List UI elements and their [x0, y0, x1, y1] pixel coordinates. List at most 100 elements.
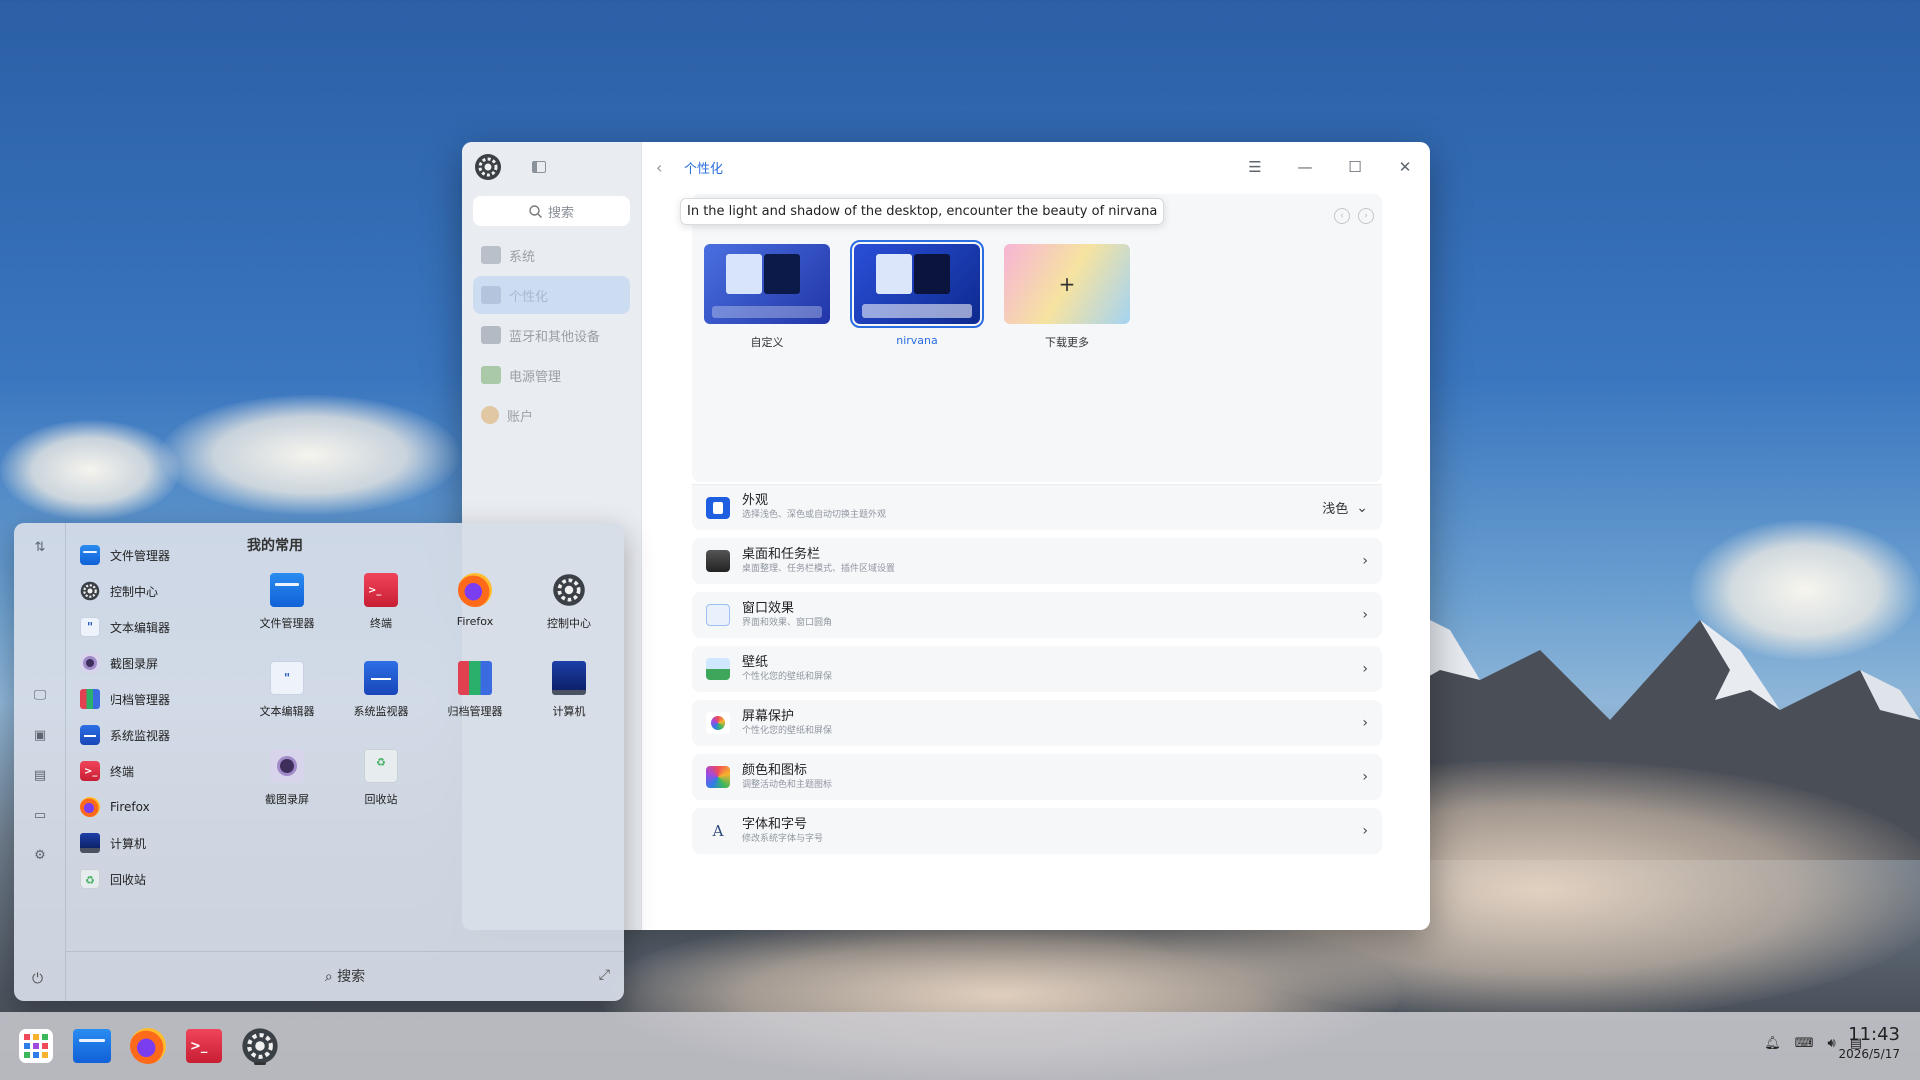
theme-selector: ‹ › 自定义 nirvana + 下载更多 In the light and … — [680, 194, 1382, 482]
settings-shortcut-icon[interactable]: ⚙ — [30, 845, 50, 865]
sort-icon[interactable]: ⇅ — [30, 537, 50, 557]
list-item-label: Firefox — [110, 800, 150, 814]
menu-icon[interactable]: ☰ — [1230, 142, 1280, 192]
power-icon[interactable]: ⏻ — [32, 971, 43, 987]
fav-file-manager[interactable]: 文件管理器 — [242, 573, 332, 631]
list-item[interactable]: 文件管理器 — [80, 537, 230, 573]
file-manager-icon — [270, 573, 304, 607]
launcher-button[interactable] — [14, 1024, 58, 1068]
sidebar-item-account[interactable]: 账户 — [473, 396, 630, 434]
system-monitor-icon — [80, 725, 100, 745]
row-title: 壁纸 — [742, 654, 769, 670]
theme-thumbnail — [850, 240, 984, 328]
theme-tile-custom[interactable]: 自定义 — [704, 244, 830, 350]
taskbar-file-manager[interactable] — [70, 1024, 114, 1068]
control-center-icon — [242, 1028, 278, 1064]
close-icon[interactable]: ✕ — [1380, 142, 1430, 192]
theme-next-icon[interactable]: › — [1358, 208, 1374, 224]
fav-label: 控制中心 — [547, 617, 591, 630]
fav-label: 终端 — [370, 617, 392, 630]
sidebar-item-personalization[interactable]: 个性化 — [473, 276, 630, 314]
list-item[interactable]: " 文本编辑器 — [80, 609, 230, 645]
trash-icon — [364, 749, 398, 783]
row-wallpaper[interactable]: 壁纸 个性化您的壁纸和屏保 › — [692, 646, 1382, 692]
launcher-footer: ⌕ 搜索 ⤢ — [66, 951, 624, 1001]
list-item[interactable]: Firefox — [80, 789, 230, 825]
list-item-label: 终端 — [110, 764, 135, 779]
row-subtitle: 修改系统字体与字号 — [742, 833, 824, 844]
theme-prev-icon[interactable]: ‹ — [1334, 208, 1350, 224]
pictures-icon[interactable]: ▣ — [30, 725, 50, 745]
list-item[interactable]: 回收站 — [80, 861, 230, 897]
desktop-icon[interactable]: ▭ — [30, 805, 50, 825]
list-item-label: 文本编辑器 — [110, 620, 171, 635]
file-manager-icon — [80, 545, 100, 565]
fav-system-monitor[interactable]: 系统监视器 — [336, 661, 426, 719]
taskbar-control-center[interactable] — [238, 1024, 282, 1068]
volume-icon[interactable]: 🔊︎ — [1828, 1036, 1836, 1051]
screensaver-icon — [706, 712, 730, 734]
list-item-label: 文件管理器 — [110, 548, 171, 563]
desktop-taskbar-icon — [706, 550, 730, 572]
fav-label: 归档管理器 — [447, 705, 503, 718]
app-launcher: ⇅ 🖵 ▣ ▤ ▭ ⚙ ⏻ 文件管理器 控制中心 " 文本编辑器 截图录屏 归档管… — [14, 523, 624, 1001]
maximize-icon[interactable]: ☐ — [1330, 142, 1380, 192]
sidebar-item-label: 个性化 — [509, 289, 549, 305]
archive-manager-icon — [458, 661, 492, 695]
theme-tile-nirvana[interactable]: nirvana — [850, 240, 984, 347]
theme-tile-download-more[interactable]: + 下载更多 — [1004, 244, 1130, 350]
list-item[interactable]: 控制中心 — [80, 573, 230, 609]
sidebar-item-system[interactable]: 系统 — [473, 236, 630, 274]
minimize-icon[interactable]: — — [1280, 142, 1330, 192]
list-item[interactable]: 计算机 — [80, 825, 230, 861]
row-window-effects[interactable]: 窗口效果 界面和效果、窗口圆角 › — [692, 592, 1382, 638]
launcher-search-button[interactable]: ⌕ 搜索 — [66, 966, 624, 986]
notification-bell-icon[interactable]: 🔔︎ — [1764, 1036, 1781, 1051]
launcher-grid-icon — [19, 1029, 53, 1063]
fav-firefox[interactable]: Firefox — [430, 573, 520, 628]
fav-terminal[interactable]: >_ 终端 — [336, 573, 426, 631]
bluetooth-devices-icon — [481, 326, 501, 344]
fav-label: 回收站 — [364, 793, 398, 806]
fav-control-center[interactable]: 控制中心 — [524, 573, 614, 631]
list-item[interactable]: >_ 终端 — [80, 753, 230, 789]
fav-archive-manager[interactable]: 归档管理器 — [430, 661, 520, 719]
documents-icon[interactable]: ▤ — [30, 765, 50, 785]
settings-search-input[interactable]: 搜索 — [473, 196, 630, 226]
row-color-icons[interactable]: 颜色和图标 调整活动色和主题图标 › — [692, 754, 1382, 800]
sidebar-item-bluetooth[interactable]: 蓝牙和其他设备 — [473, 316, 630, 354]
row-screensaver[interactable]: 屏幕保护 个性化您的壁纸和屏保 › — [692, 700, 1382, 746]
fav-trash[interactable]: 回收站 — [336, 749, 426, 807]
firefox-icon — [130, 1028, 166, 1064]
fav-computer[interactable]: 计算机 — [524, 661, 614, 719]
sidebar-item-label: 账户 — [507, 409, 534, 425]
list-item-label: 系统监视器 — [110, 728, 171, 743]
keyboard-icon[interactable]: ⌨ — [1795, 1036, 1814, 1051]
chevron-down-icon[interactable]: ⌄ — [1356, 500, 1368, 516]
row-desktop-taskbar[interactable]: 桌面和任务栏 桌面整理、任务栏模式、插件区域设置 › — [692, 538, 1382, 584]
row-font[interactable]: A 字体和字号 修改系统字体与字号 › — [692, 808, 1382, 854]
fav-text-editor[interactable]: " 文本编辑器 — [242, 661, 332, 719]
control-center-icon — [80, 581, 100, 601]
fav-screenshot[interactable]: 截图录屏 — [242, 749, 332, 807]
computer-shortcut-icon[interactable]: 🖵 — [30, 685, 50, 705]
list-item[interactable]: 截图录屏 — [80, 645, 230, 681]
back-arrow-icon[interactable]: ‹ — [656, 158, 678, 177]
terminal-icon: >_ — [186, 1029, 222, 1063]
clock[interactable]: 11:43 2026/5/17 — [1838, 1024, 1900, 1061]
taskbar-terminal[interactable]: >_ — [182, 1024, 226, 1068]
list-item[interactable]: 系统监视器 — [80, 717, 230, 753]
taskbar-firefox[interactable] — [126, 1024, 170, 1068]
sidebar-item-power[interactable]: 电源管理 — [473, 356, 630, 394]
control-center-icon — [552, 573, 586, 607]
clock-time: 11:43 — [1848, 1024, 1900, 1045]
sidebar-toggle-icon[interactable] — [532, 161, 546, 173]
row-appearance[interactable]: 外观 选择浅色、深色或自动切换主题外观 浅色 ⌄ — [692, 484, 1382, 530]
fav-label: 文本编辑器 — [259, 705, 315, 718]
terminal-icon: >_ — [80, 761, 100, 781]
appearance-value[interactable]: 浅色 — [1322, 498, 1348, 517]
row-subtitle: 个性化您的壁纸和屏保 — [742, 725, 833, 736]
fullscreen-expand-icon[interactable]: ⤢ — [599, 967, 610, 983]
chevron-right-icon: › — [1362, 715, 1368, 731]
list-item[interactable]: 归档管理器 — [80, 681, 230, 717]
